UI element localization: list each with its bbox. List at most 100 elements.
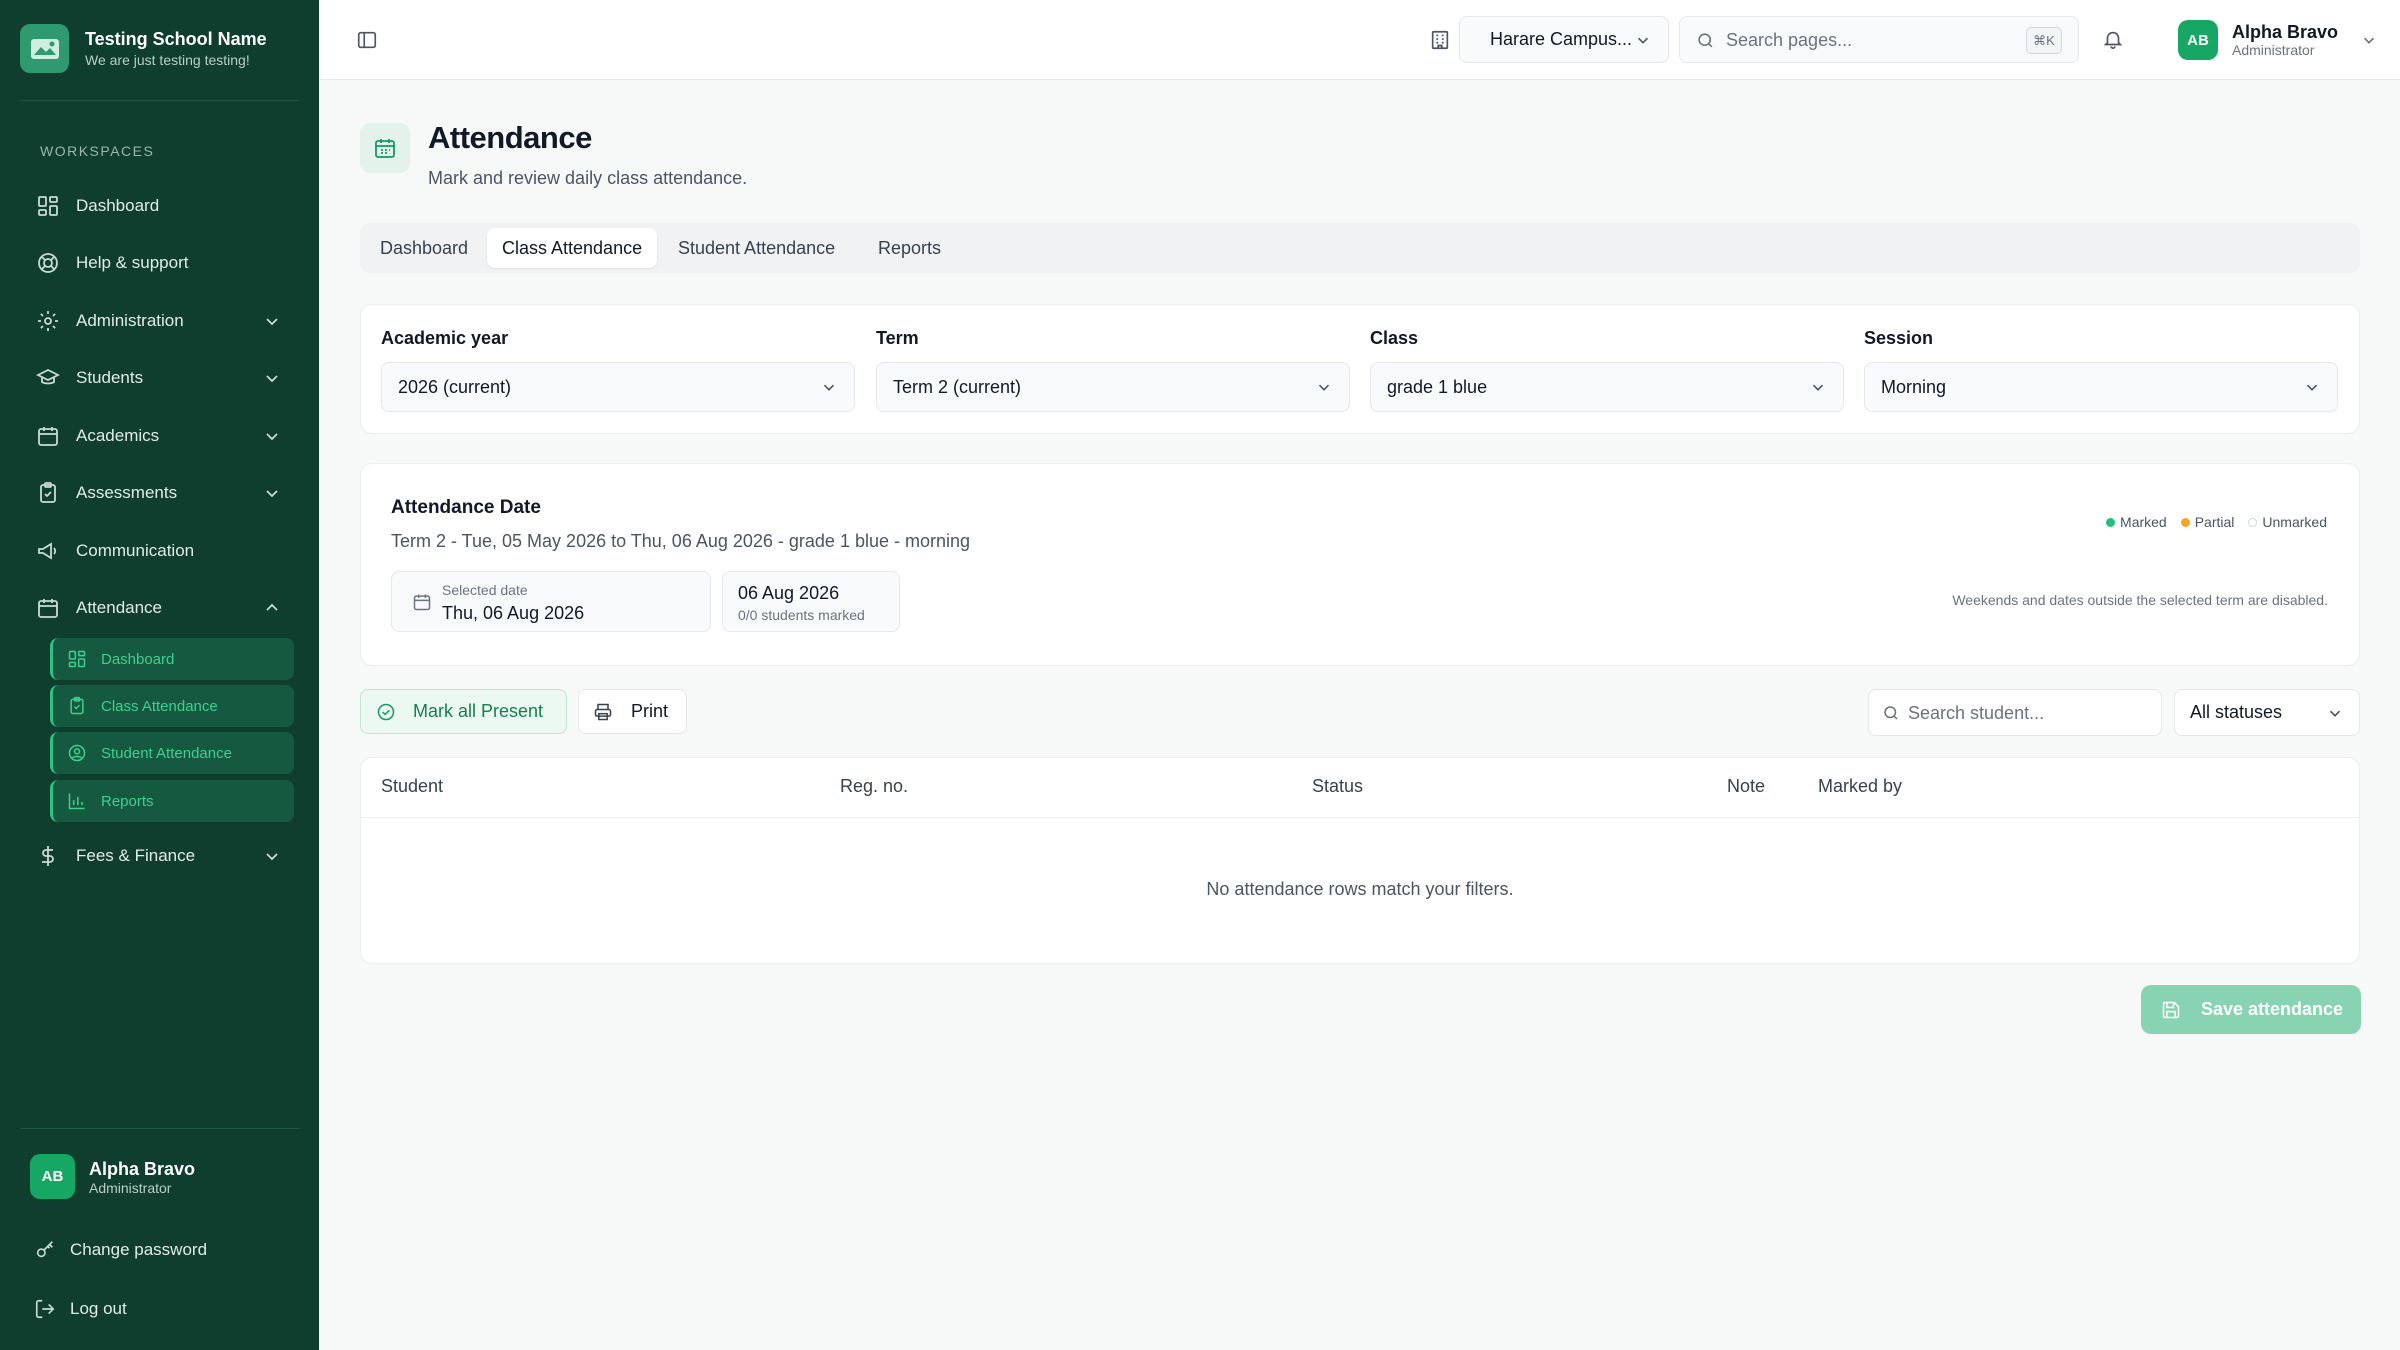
- dollar-icon: [42, 846, 54, 866]
- sidebar-item-fees-finance[interactable]: Fees & Finance: [20, 832, 296, 880]
- clipboard-icon: [70, 696, 84, 715]
- page-search-input[interactable]: Search pages... ⌘K: [1679, 16, 2079, 63]
- save-icon: [2162, 1001, 2180, 1018]
- user-name: Alpha Bravo: [89, 1158, 196, 1179]
- class-select[interactable]: grade 1 blue: [1370, 362, 1844, 412]
- term-select[interactable]: Term 2 (current): [876, 362, 1350, 412]
- change-password-label: Change password: [70, 1240, 208, 1259]
- graduation-cap-icon: [36, 368, 60, 385]
- chevron-down-icon: [1637, 37, 1649, 44]
- avatar: AB: [2178, 20, 2218, 60]
- student-search-input[interactable]: Search student...: [1868, 689, 2162, 736]
- partial-dot: [2180, 517, 2190, 527]
- user-role: Administrator: [2232, 42, 2315, 58]
- calendar-icon: [413, 594, 431, 611]
- tab-bar: Dashboard Class Attendance Student Atten…: [360, 223, 2360, 273]
- user-circle-icon: [68, 744, 86, 762]
- sidebar-user[interactable]: AB Alpha Bravo Administrator: [30, 1154, 195, 1199]
- sidebar-item-label: Administration: [76, 311, 184, 330]
- calendar-icon: [38, 599, 58, 618]
- tab-dashboard[interactable]: Dashboard: [365, 228, 483, 268]
- sidebar-item-label: Communication: [76, 541, 195, 560]
- attendance-calendar-icon: [360, 123, 410, 173]
- logout-link[interactable]: Log out: [34, 1298, 127, 1320]
- column-header-marked-by[interactable]: Marked by: [1818, 776, 1902, 797]
- sidebar-item-administration[interactable]: Administration: [20, 297, 296, 345]
- calendar-icon: [38, 427, 58, 446]
- sidebar-item-attendance[interactable]: Attendance: [20, 584, 296, 632]
- save-attendance-button[interactable]: Save attendance: [2141, 985, 2361, 1034]
- chevron-down-icon: [1318, 384, 1330, 391]
- attendance-date-subtitle: Term 2 - Tue, 05 May 2026 to Thu, 06 Aug…: [391, 531, 971, 551]
- school-name: Testing School Name: [85, 28, 267, 49]
- sidebar-item-dashboard[interactable]: Dashboard: [20, 182, 296, 230]
- sidebar-subitem-student-attendance[interactable]: Student Attendance: [50, 732, 294, 774]
- session-select[interactable]: Morning: [1864, 362, 2338, 412]
- selected-date-value: Thu, 06 Aug 2026: [442, 603, 585, 623]
- school-logo-icon: [20, 24, 69, 73]
- sidebar-subitem-class-attendance[interactable]: Class Attendance: [50, 685, 294, 727]
- chevron-down-icon: [266, 375, 278, 383]
- megaphone-icon: [38, 542, 57, 560]
- lifebuoy-icon: [38, 253, 58, 273]
- sidebar-subitem-dashboard[interactable]: Dashboard: [50, 638, 294, 680]
- campus-selector[interactable]: Harare Campus...: [1459, 16, 1669, 63]
- bell-icon[interactable]: [2102, 28, 2124, 50]
- mark-all-present-button[interactable]: Mark all Present: [360, 689, 567, 734]
- sidebar-subitem-reports[interactable]: Reports: [50, 780, 294, 822]
- brand[interactable]: Testing School Name We are just testing …: [20, 24, 267, 73]
- sidebar-item-students[interactable]: Students: [20, 354, 296, 402]
- legend-partial: Partial: [2194, 514, 2235, 530]
- sidebar-item-label: Fees & Finance: [76, 846, 196, 865]
- column-header-status[interactable]: Status: [1312, 776, 1363, 797]
- user-menu[interactable]: AB Alpha Bravo Administrator: [2178, 20, 2378, 60]
- print-label: Print: [631, 701, 669, 721]
- sidebar-subitem-label: Reports: [101, 792, 154, 810]
- academic-year-select[interactable]: 2026 (current): [381, 362, 855, 412]
- divider: [20, 100, 299, 101]
- status-filter-select[interactable]: All statuses: [2174, 689, 2360, 736]
- sidebar-item-communication[interactable]: Communication: [20, 527, 296, 575]
- chevron-down-icon: [823, 384, 835, 391]
- sidebar-item-label: Dashboard: [76, 196, 160, 215]
- tab-reports[interactable]: Reports: [863, 228, 956, 268]
- attendance-date-title: Attendance Date: [391, 497, 541, 518]
- search-placeholder: Search pages...: [1726, 30, 1853, 50]
- class-label: Class: [1370, 328, 1419, 348]
- print-button[interactable]: Print: [578, 689, 687, 734]
- date-summary-count: 0/0 students marked: [738, 607, 865, 623]
- topbar: Harare Campus... Search pages... ⌘K AB A…: [319, 0, 2400, 80]
- tab-student-attendance[interactable]: Student Attendance: [663, 228, 850, 268]
- column-header-reg-no[interactable]: Reg. no.: [840, 776, 908, 797]
- user-name: Alpha Bravo: [2232, 22, 2339, 42]
- logout-label: Log out: [70, 1299, 127, 1318]
- legend-marked: Marked: [2120, 514, 2167, 530]
- date-picker[interactable]: Selected date Thu, 06 Aug 2026: [391, 571, 711, 632]
- unmarked-dot: [2248, 517, 2258, 527]
- term-value: Term 2 (current): [893, 376, 1022, 397]
- logout-icon: [35, 1299, 55, 1319]
- sidebar-item-help[interactable]: Help & support: [20, 239, 296, 287]
- column-header-student[interactable]: Student: [381, 776, 443, 797]
- bar-chart-icon: [68, 793, 85, 810]
- chevron-down-icon: [2306, 384, 2318, 391]
- page-title: Attendance: [428, 120, 592, 155]
- selected-date-label: Selected date: [442, 582, 528, 598]
- change-password-link[interactable]: Change password: [34, 1239, 207, 1261]
- date-summary: 06 Aug 2026 0/0 students marked: [722, 571, 900, 632]
- sidebar-item-academics[interactable]: Academics: [20, 412, 296, 460]
- sidebar-toggle-icon[interactable]: [356, 29, 378, 51]
- sidebar-item-assessments[interactable]: Assessments: [20, 469, 296, 517]
- sidebar-subitem-label: Class Attendance: [101, 697, 218, 715]
- page-subtitle: Mark and review daily class attendance.: [428, 168, 748, 188]
- sidebar-item-label: Attendance: [76, 598, 163, 617]
- building-icon: [1431, 30, 1449, 50]
- search-icon: [1884, 706, 1898, 720]
- printer-icon: [594, 703, 612, 720]
- attendance-date-card: [360, 463, 2360, 666]
- search-icon: [1698, 33, 1713, 48]
- student-search-placeholder: Search student...: [1908, 703, 2045, 723]
- sidebar-subitem-label: Dashboard: [101, 650, 175, 668]
- column-header-note[interactable]: Note: [1727, 776, 1765, 797]
- tab-class-attendance[interactable]: Class Attendance: [487, 228, 658, 268]
